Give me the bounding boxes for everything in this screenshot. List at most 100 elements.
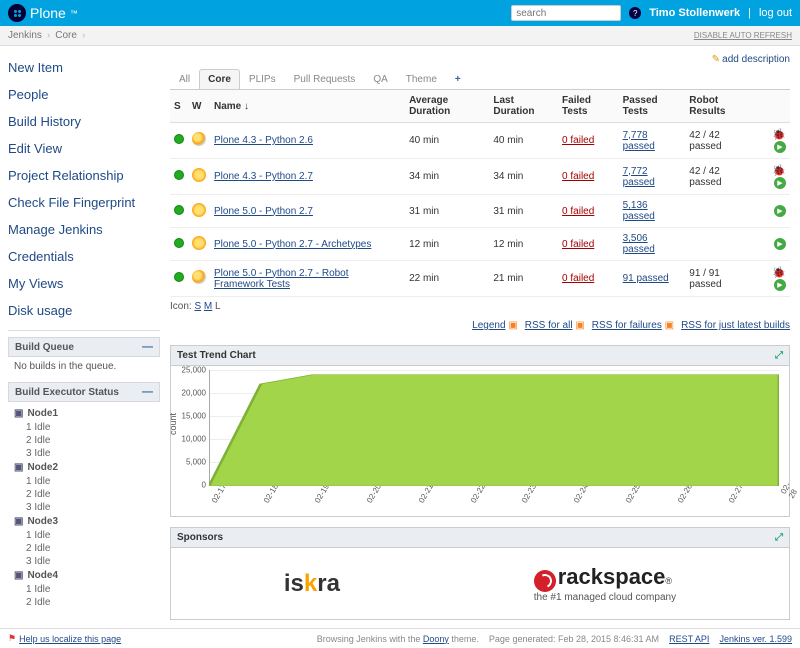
executor-slot: 1 Idle	[14, 475, 154, 488]
build-now-icon[interactable]: ▶	[774, 205, 786, 217]
job-link[interactable]: Plone 5.0 - Python 2.7 - Archetypes	[214, 239, 371, 250]
rss-failures[interactable]: RSS for failures	[592, 320, 662, 331]
passed-link[interactable]: 5,136 passed	[623, 200, 655, 222]
user-link[interactable]: Timo Stollenwerk	[649, 7, 740, 19]
failed-link[interactable]: 0 failed	[562, 273, 594, 284]
bug-icon[interactable]: 🐞	[772, 267, 786, 279]
zoom-icon[interactable]: ⤢	[775, 532, 783, 543]
executor-node[interactable]: ▣ Node2	[14, 460, 154, 475]
job-link[interactable]: Plone 5.0 - Python 2.7	[214, 206, 313, 217]
build-now-icon[interactable]: ▶	[774, 279, 786, 291]
bug-icon[interactable]: 🐞	[772, 165, 786, 177]
sponsor-iskra[interactable]: iskra	[284, 570, 340, 598]
icon-size-m[interactable]: M	[204, 301, 212, 312]
sidebar-fingerprint[interactable]: Check File Fingerprint	[8, 189, 160, 216]
build-now-icon[interactable]: ▶	[774, 141, 786, 153]
build-now-icon[interactable]: ▶	[774, 177, 786, 189]
logout-link[interactable]: log out	[759, 7, 792, 19]
executor-slot: 1 Idle	[14, 421, 154, 434]
collapse-icon[interactable]: —	[142, 341, 153, 353]
cell-last: 21 min	[489, 261, 558, 297]
cell-robot	[685, 228, 756, 261]
collapse-icon[interactable]: —	[142, 386, 153, 398]
sidebar-build-history[interactable]: Build History	[8, 108, 160, 135]
col-failed[interactable]: Failed Tests	[558, 90, 619, 123]
tab-pull-requests[interactable]: Pull Requests	[285, 69, 365, 89]
crumb-jenkins[interactable]: Jenkins	[8, 30, 42, 41]
col-status[interactable]: S	[170, 90, 188, 123]
version-link[interactable]: Jenkins ver. 1.599	[719, 634, 792, 644]
sponsor-rackspace[interactable]: rackspace® the #1 managed cloud company	[534, 564, 676, 603]
col-avg[interactable]: Average Duration	[405, 90, 489, 123]
sidebar-project-relationship[interactable]: Project Relationship	[8, 162, 160, 189]
help-icon[interactable]: ?	[629, 7, 641, 19]
rss-icon: ▣	[508, 320, 517, 331]
logo[interactable]: Plone™	[8, 4, 78, 22]
tab-core[interactable]: Core	[199, 69, 240, 89]
sidebar-new-item[interactable]: New Item	[8, 54, 160, 81]
cell-last: 40 min	[489, 123, 558, 159]
job-link[interactable]: Plone 5.0 - Python 2.7 - Robot Framework…	[214, 268, 349, 290]
rss-latest[interactable]: RSS for just latest builds	[681, 320, 790, 331]
executor-node[interactable]: ▣ Node4	[14, 568, 154, 583]
executor-node[interactable]: ▣ Node3	[14, 514, 154, 529]
add-description-link[interactable]: add description	[722, 54, 790, 65]
search-input[interactable]	[511, 5, 621, 21]
theme-link[interactable]: Doony	[423, 634, 449, 644]
sidebar-manage-jenkins[interactable]: Manage Jenkins	[8, 216, 160, 243]
job-link[interactable]: Plone 4.3 - Python 2.7	[214, 171, 313, 182]
failed-link[interactable]: 0 failed	[562, 206, 594, 217]
bug-icon[interactable]: 🐞	[772, 129, 786, 141]
tab-all[interactable]: All	[170, 69, 199, 89]
passed-link[interactable]: 7,772 passed	[623, 166, 655, 188]
status-ball-icon	[174, 272, 184, 282]
failed-link[interactable]: 0 failed	[562, 171, 594, 182]
flag-icon: ⚑	[8, 633, 16, 644]
failed-link[interactable]: 0 failed	[562, 135, 594, 146]
crumb-core[interactable]: Core	[55, 30, 77, 41]
job-link[interactable]: Plone 4.3 - Python 2.6	[214, 135, 313, 146]
executor-node[interactable]: ▣ Node1	[14, 406, 154, 421]
computer-icon: ▣	[14, 408, 23, 419]
tab-qa[interactable]: QA	[364, 69, 396, 89]
legend-link[interactable]: Legend	[472, 320, 505, 331]
sidebar-disk-usage[interactable]: Disk usage	[8, 297, 160, 324]
sidebar-people[interactable]: People	[8, 81, 160, 108]
sidebar-my-views[interactable]: My Views	[8, 270, 160, 297]
rss-all[interactable]: RSS for all	[525, 320, 573, 331]
executor-pane: Build Executor Status— ▣ Node11 Idle2 Id…	[8, 382, 160, 613]
failed-link[interactable]: 0 failed	[562, 239, 594, 250]
build-queue-empty: No builds in the queue.	[8, 357, 160, 376]
computer-icon: ▣	[14, 570, 23, 581]
logo-icon	[8, 4, 26, 22]
rackspace-icon	[534, 570, 556, 592]
trademark-icon: ™	[70, 9, 78, 18]
localize-link[interactable]: Help us localize this page	[19, 634, 121, 644]
zoom-icon[interactable]: ⤢	[775, 350, 783, 361]
weather-icon	[192, 132, 206, 146]
tab-add[interactable]: +	[446, 69, 470, 89]
tabs: All Core PLIPs Pull Requests QA Theme +	[170, 69, 790, 90]
executor-title: Build Executor Status	[15, 387, 119, 398]
sidebar: New Item People Build History Edit View …	[0, 46, 160, 628]
pencil-icon: ✎	[712, 54, 720, 65]
build-now-icon[interactable]: ▶	[774, 238, 786, 250]
auto-refresh-toggle[interactable]: DISABLE AUTO REFRESH	[694, 31, 792, 40]
icon-size-s[interactable]: S	[194, 301, 201, 312]
passed-link[interactable]: 91 passed	[623, 273, 669, 284]
cell-avg: 31 min	[405, 195, 489, 228]
col-last[interactable]: Last Duration	[489, 90, 558, 123]
passed-link[interactable]: 3,506 passed	[623, 233, 655, 255]
tab-plips[interactable]: PLIPs	[240, 69, 285, 89]
sidebar-credentials[interactable]: Credentials	[8, 243, 160, 270]
passed-link[interactable]: 7,778 passed	[623, 130, 655, 152]
col-weather[interactable]: W	[188, 90, 210, 123]
col-name[interactable]: Name ↓	[210, 90, 405, 123]
col-robot[interactable]: Robot Results	[685, 90, 756, 123]
cell-avg: 22 min	[405, 261, 489, 297]
sidebar-edit-view[interactable]: Edit View	[8, 135, 160, 162]
cell-robot: 91 / 91 passed	[685, 261, 756, 297]
tab-theme[interactable]: Theme	[397, 69, 446, 89]
col-passed[interactable]: Passed Tests	[619, 90, 686, 123]
rest-api-link[interactable]: REST API	[669, 634, 709, 644]
